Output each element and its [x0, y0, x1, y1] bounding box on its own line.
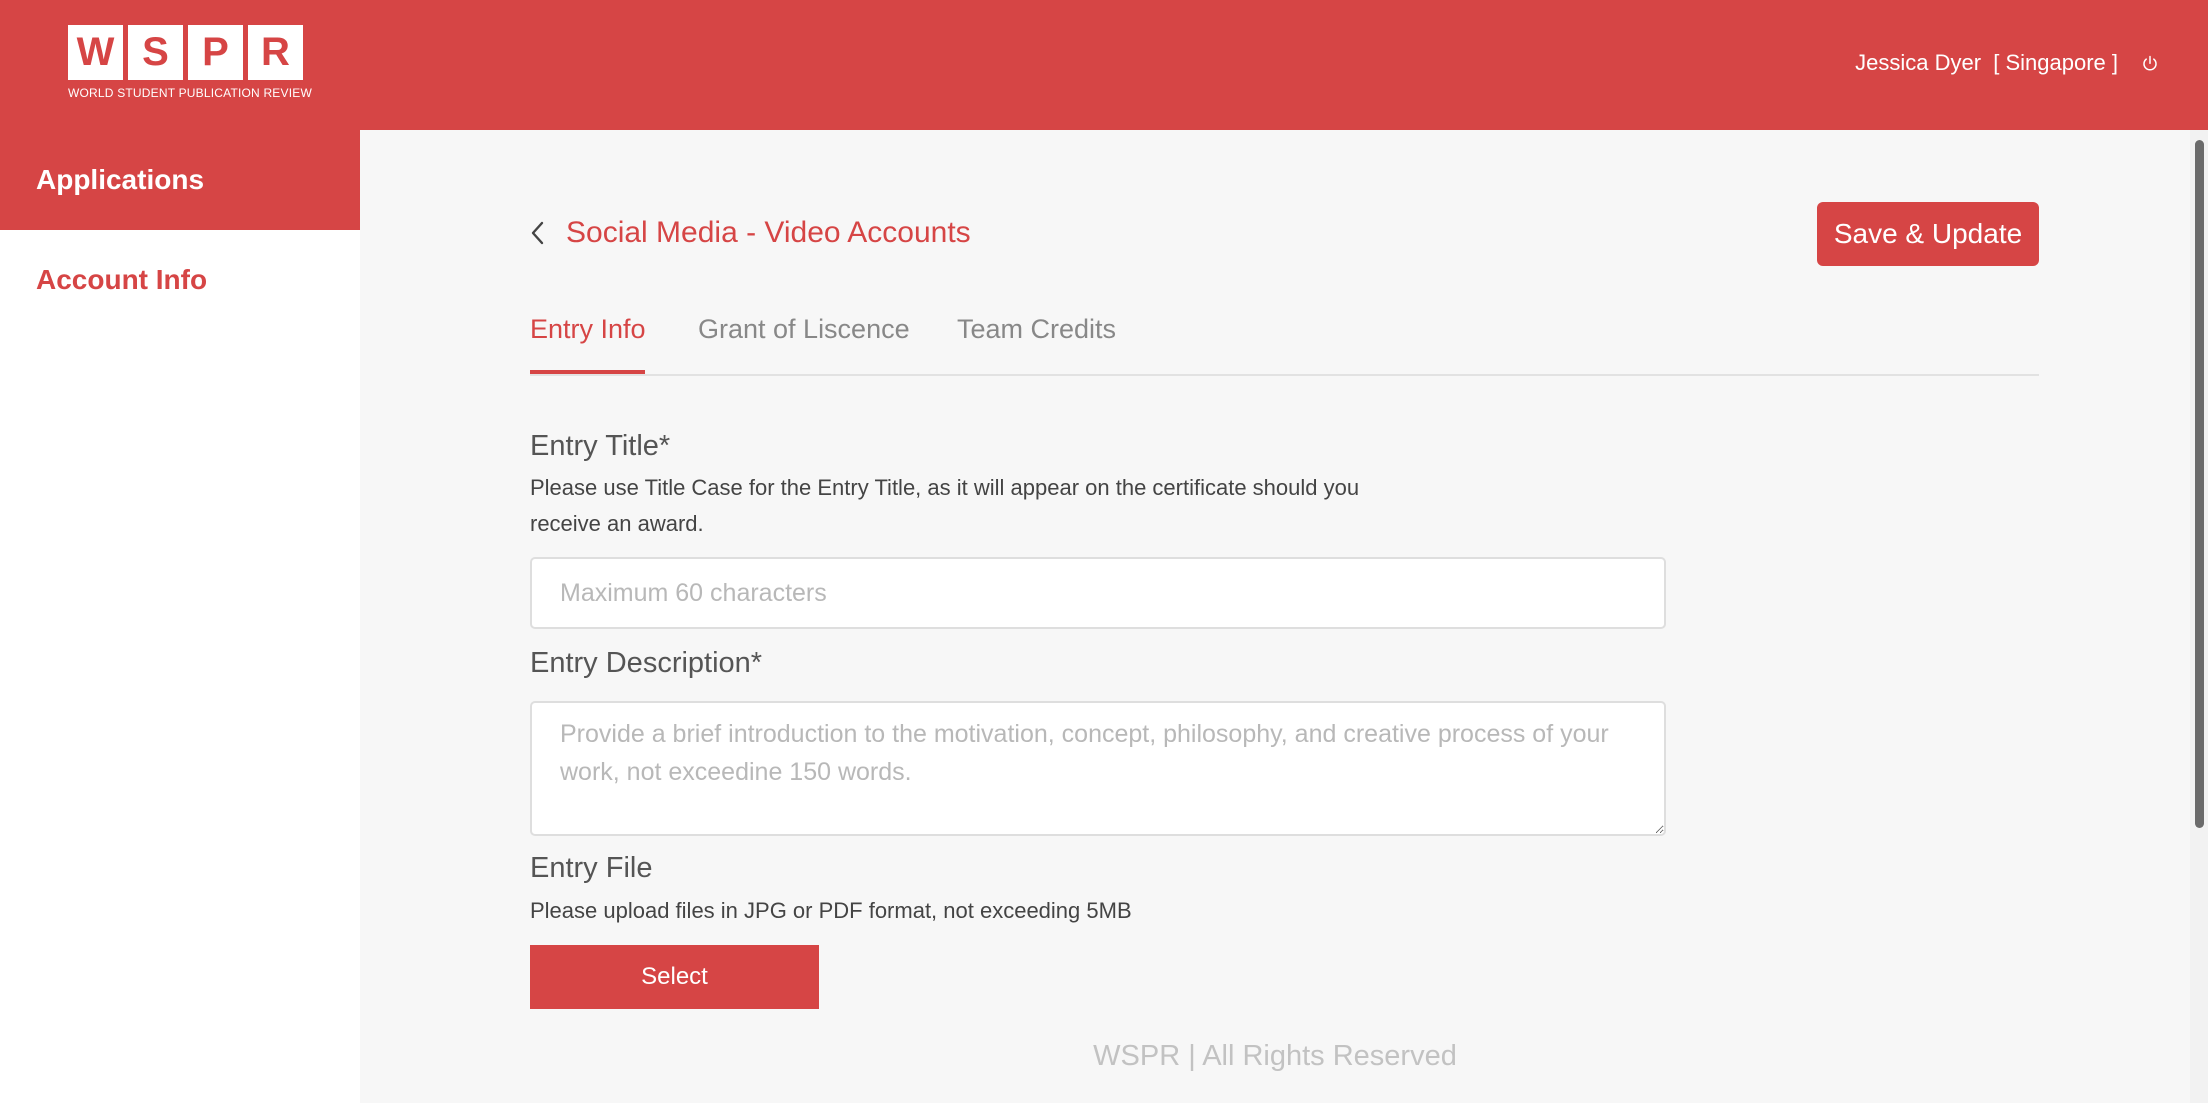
tab-grant-of-liscence[interactable]: Grant of Liscence: [698, 314, 910, 345]
entry-title-input[interactable]: [530, 557, 1666, 629]
entry-title-label: Entry Title*: [530, 430, 671, 462]
footer-copyright: WSPR | All Rights Reserved: [1093, 1040, 1457, 1072]
entry-description-textarea[interactable]: [530, 701, 1666, 836]
entry-file-label: Entry File: [530, 852, 653, 884]
scrollbar[interactable]: [2190, 130, 2208, 1103]
user-info: Jessica Dyer [ Singapore ]: [1855, 50, 2118, 76]
page-title: Social Media - Video Accounts: [566, 216, 971, 249]
logo-letter: R: [248, 25, 303, 80]
user-name: Jessica Dyer: [1855, 50, 1982, 75]
logo-letter: P: [188, 25, 243, 80]
tab-entry-info[interactable]: Entry Info: [530, 314, 646, 345]
sidebar-item-account-info[interactable]: Account Info: [0, 230, 360, 330]
save-update-button[interactable]: Save & Update: [1817, 202, 2039, 266]
logo-letter: S: [128, 25, 183, 80]
logo-letter: W: [68, 25, 123, 80]
entry-file-help: Please upload files in JPG or PDF format…: [530, 898, 1132, 923]
top-header: W S P R WORLD STUDENT PUBLICATION REVIEW…: [0, 0, 2208, 130]
entry-title-help: Please use Title Case for the Entry Titl…: [530, 475, 1360, 536]
tab-team-credits[interactable]: Team Credits: [957, 314, 1116, 345]
entry-description-label: Entry Description*: [530, 647, 763, 679]
sidebar: Applications Account Info: [0, 130, 360, 1103]
chevron-left-icon[interactable]: [530, 220, 546, 246]
logo-subtitle: WORLD STUDENT PUBLICATION REVIEW: [68, 86, 312, 100]
power-icon[interactable]: [2141, 55, 2159, 73]
main-content: Social Media - Video Accounts Save & Upd…: [360, 130, 2190, 1103]
user-location: [ Singapore ]: [1993, 50, 2118, 75]
tab-bar: Entry Info Grant of Liscence Team Credit…: [530, 300, 2039, 376]
scrollbar-thumb[interactable]: [2195, 140, 2204, 828]
logo-letters: W S P R: [68, 25, 306, 80]
select-file-button[interactable]: Select: [530, 945, 819, 1009]
active-tab-indicator: [530, 370, 645, 374]
sidebar-item-applications[interactable]: Applications: [0, 130, 360, 230]
wspr-logo[interactable]: W S P R WORLD STUDENT PUBLICATION REVIEW: [68, 25, 312, 103]
